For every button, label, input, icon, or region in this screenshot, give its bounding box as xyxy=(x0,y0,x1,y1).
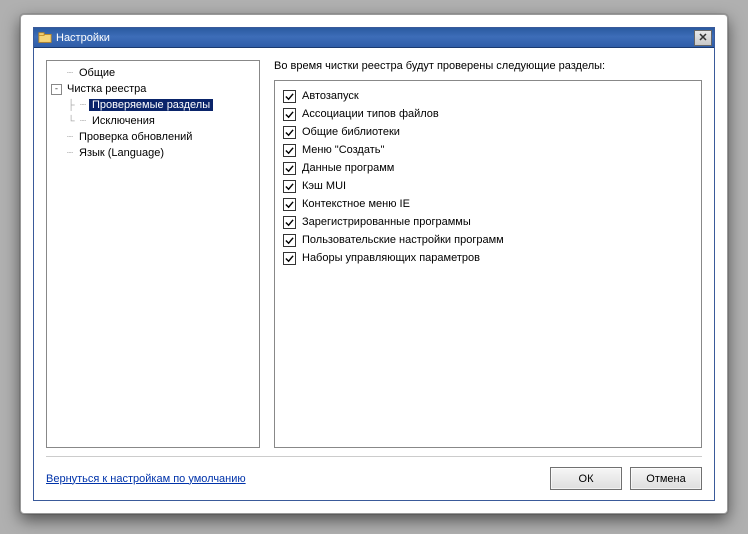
check-label: Наборы управляющих параметров xyxy=(302,252,480,264)
checkbox[interactable] xyxy=(283,198,296,211)
check-item[interactable]: Общие библиотеки xyxy=(283,123,693,141)
checkbox[interactable] xyxy=(283,180,296,193)
checkbox[interactable] xyxy=(283,252,296,265)
tree-item-general[interactable]: ┈ Общие xyxy=(49,65,257,81)
settings-dialog: Настройки ✕ ┈ Общие xyxy=(33,27,715,501)
checklist-panel: Автозапуск Ассоциации типов файлов Общие б… xyxy=(274,80,702,448)
check-label: Кэш MUI xyxy=(302,180,346,192)
checkbox[interactable] xyxy=(283,108,296,121)
close-icon: ✕ xyxy=(698,31,707,44)
checkmark-icon xyxy=(285,92,294,101)
titlebar: Настройки ✕ xyxy=(34,28,714,48)
check-item[interactable]: Данные программ xyxy=(283,159,693,177)
checkbox[interactable] xyxy=(283,216,296,229)
check-label: Зарегистрированные программы xyxy=(302,216,471,228)
checkbox[interactable] xyxy=(283,126,296,139)
ok-button[interactable]: ОК xyxy=(550,467,622,490)
checkmark-icon xyxy=(285,164,294,173)
check-item[interactable]: Кэш MUI xyxy=(283,177,693,195)
window-title: Настройки xyxy=(56,32,694,44)
checkbox[interactable] xyxy=(283,162,296,175)
checkbox[interactable] xyxy=(283,90,296,103)
check-item[interactable]: Автозапуск xyxy=(283,87,693,105)
checkmark-icon xyxy=(285,218,294,227)
check-label: Меню "Создать" xyxy=(302,144,384,156)
check-label: Общие библиотеки xyxy=(302,126,400,138)
close-button[interactable]: ✕ xyxy=(694,30,712,46)
checkmark-icon xyxy=(285,110,294,119)
check-label: Автозапуск xyxy=(302,90,359,102)
tree-item-language[interactable]: ┈ Язык (Language) xyxy=(49,145,257,161)
checkmark-icon xyxy=(285,182,294,191)
collapse-icon[interactable]: - xyxy=(51,84,62,95)
tree-item-check-updates[interactable]: ┈ Проверка обновлений xyxy=(49,129,257,145)
check-label: Ассоциации типов файлов xyxy=(302,108,439,120)
tree-item-registry-cleanup[interactable]: - Чистка реестра xyxy=(49,81,257,97)
checkmark-icon xyxy=(285,128,294,137)
check-item[interactable]: Пользовательские настройки программ xyxy=(283,231,693,249)
check-label: Данные программ xyxy=(302,162,394,174)
tree-item-checked-sections[interactable]: ├ ┈ Проверяемые разделы xyxy=(63,97,257,113)
check-label: Контекстное меню IE xyxy=(302,198,410,210)
reset-defaults-link[interactable]: Вернуться к настройкам по умолчанию xyxy=(46,473,246,485)
checkmark-icon xyxy=(285,236,294,245)
check-item[interactable]: Меню "Создать" xyxy=(283,141,693,159)
section-heading: Во время чистки реестра будут проверены … xyxy=(274,60,702,72)
check-item[interactable]: Ассоциации типов файлов xyxy=(283,105,693,123)
cancel-button[interactable]: Отмена xyxy=(630,467,702,490)
checkmark-icon xyxy=(285,146,294,155)
check-item[interactable]: Зарегистрированные программы xyxy=(283,213,693,231)
check-label: Пользовательские настройки программ xyxy=(302,234,504,246)
check-item[interactable]: Контекстное меню IE xyxy=(283,195,693,213)
tree-item-exclusions[interactable]: └ ┈ Исключения xyxy=(63,113,257,129)
checkmark-icon xyxy=(285,254,294,263)
folder-icon xyxy=(38,31,52,45)
nav-tree[interactable]: ┈ Общие - Чистка реестра xyxy=(46,60,260,448)
checkbox[interactable] xyxy=(283,144,296,157)
checkmark-icon xyxy=(285,200,294,209)
check-item[interactable]: Наборы управляющих параметров xyxy=(283,249,693,267)
checkbox[interactable] xyxy=(283,234,296,247)
